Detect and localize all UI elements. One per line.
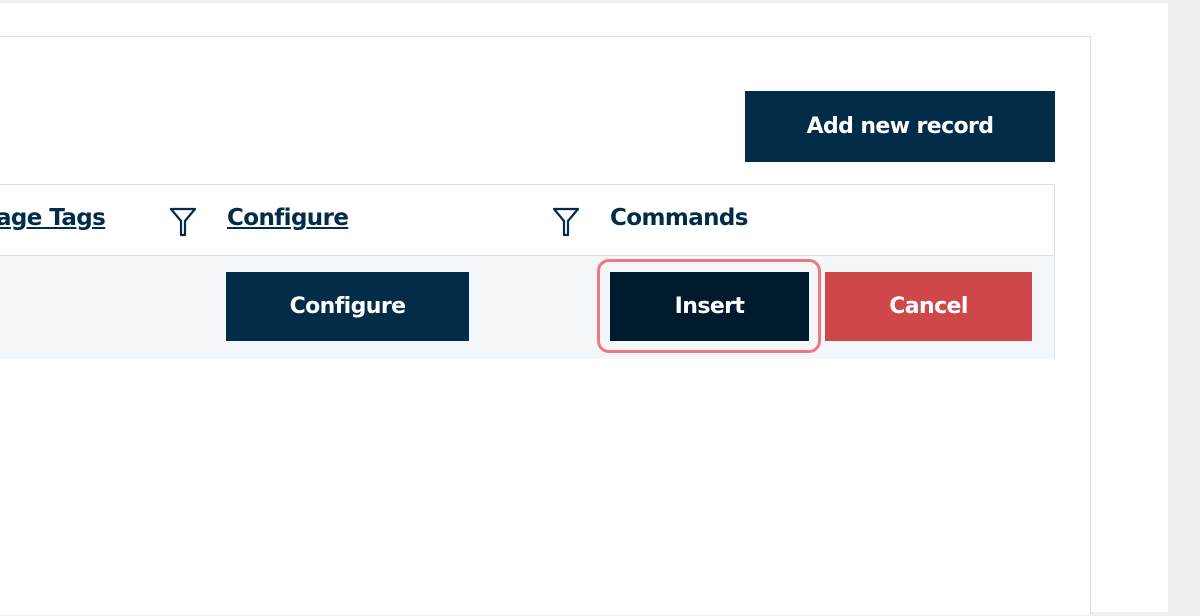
- filter-icon[interactable]: [552, 207, 580, 237]
- add-new-record-button[interactable]: Add new record: [745, 91, 1055, 162]
- insert-button[interactable]: Insert: [610, 272, 809, 341]
- column-header-page-tags[interactable]: age Tags: [0, 205, 106, 231]
- page-gutter: [1168, 0, 1200, 616]
- column-header-configure[interactable]: Configure: [227, 205, 349, 231]
- column-header-commands: Commands: [610, 205, 748, 231]
- cancel-button[interactable]: Cancel: [825, 272, 1032, 341]
- column-header-clip: age Tags: [0, 185, 120, 255]
- filter-icon[interactable]: [169, 207, 197, 237]
- grid-header: age Tags Configure Commands: [0, 185, 1054, 256]
- configure-button[interactable]: Configure: [226, 272, 469, 341]
